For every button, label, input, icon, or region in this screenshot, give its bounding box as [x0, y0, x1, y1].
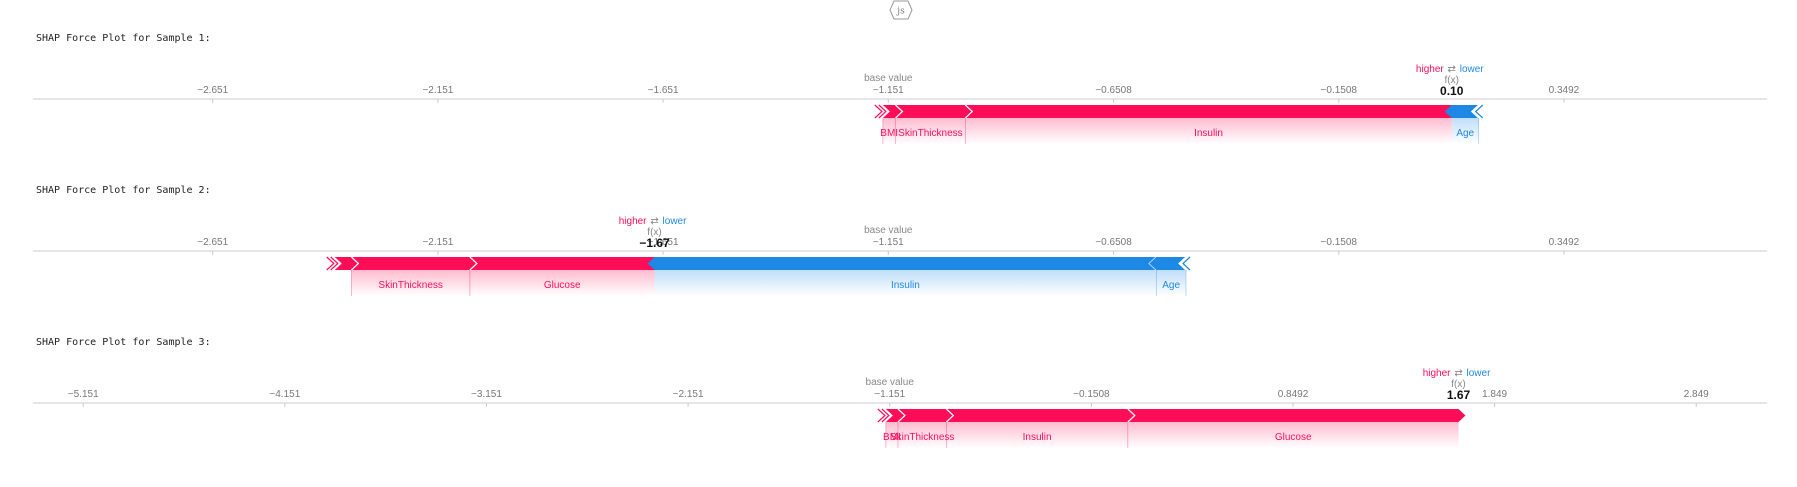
x-tick-label: −2.151 [422, 85, 453, 96]
legend-arrows-icon: ⇄ [1448, 64, 1456, 75]
base-value-label: base value [864, 225, 913, 236]
x-tick-label: −5.151 [68, 389, 99, 400]
x-tick-label: −1.151 [873, 237, 904, 248]
x-tick-label: −0.6508 [1095, 237, 1132, 248]
pos-segment-glucose [469, 257, 662, 270]
neg-segment-age [1444, 105, 1479, 118]
x-tick-label: 1.849 [1482, 389, 1507, 400]
legend-lower: lower [663, 216, 688, 227]
force-plot-3: −5.151 −4.151 −3.151 −2.151 −1.151 −0.1508 0.8… [33, 368, 1767, 448]
x-tick-label: −2.151 [422, 237, 453, 248]
js-badge-label: js [896, 7, 905, 17]
legend-higher: higher [619, 216, 647, 227]
pos-segment-insulin [965, 105, 1459, 118]
force-plot-1: −2.651 −2.151 −1.651 −1.151 −0.6508 −0.1508 0.… [33, 64, 1767, 144]
x-tick-label: −4.151 [269, 389, 300, 400]
x-tick-label: 0.8492 [1278, 389, 1309, 400]
x-tick-label: −3.151 [471, 389, 502, 400]
feature-label-age: Age [1456, 128, 1474, 139]
feature-label-insulin: Insulin [891, 280, 920, 291]
x-tick-label: −0.1508 [1073, 389, 1110, 400]
x-tick-label: −2.151 [673, 389, 704, 400]
legend-higher: higher [1423, 368, 1451, 379]
x-tick-label: 0.3492 [1549, 85, 1580, 96]
legend-higher: higher [1416, 64, 1444, 75]
feature-label-skinthickness: SkinThickness [378, 280, 442, 291]
x-tick-label: 0.3492 [1549, 237, 1580, 248]
sample-2-section: SHAP Force Plot for Sample 2: −2.651 −2.1… [0, 185, 1797, 335]
fx-value: −1.67 [639, 236, 670, 250]
feature-label-age: Age [1162, 280, 1180, 291]
legend-lower: lower [1467, 368, 1492, 379]
x-tick-label: −1.651 [648, 85, 679, 96]
pos-segment-skinthickness [897, 409, 954, 422]
x-tick-label: −1.151 [873, 85, 904, 96]
x-tick-label: 2.849 [1684, 389, 1709, 400]
base-value-label: base value [864, 73, 913, 84]
feature-label-insulin: Insulin [1194, 128, 1223, 139]
pos-segment-skinthickness [895, 105, 973, 118]
base-value-label: base value [866, 377, 915, 388]
pos-segment-skinthickness [351, 257, 477, 270]
direction-legend: higher ⇄ lower [1423, 368, 1491, 379]
direction-legend: higher ⇄ lower [1416, 64, 1484, 75]
feature-label-glucose: Glucose [1275, 432, 1312, 443]
x-tick-label: −0.6508 [1095, 85, 1132, 96]
feature-label-skinthickness: SkinThickness [890, 432, 954, 443]
sample-1-section: SHAP Force Plot for Sample 1: −2.651 −2.1… [0, 33, 1797, 183]
pos-segment-insulin [946, 409, 1135, 422]
pos-segment-glucose [1127, 409, 1466, 422]
fx-value: 1.67 [1447, 388, 1471, 402]
neg-segment-insulin [647, 257, 1157, 270]
js-logo-icon: js [889, 0, 913, 20]
feature-label-insulin: Insulin [1023, 432, 1052, 443]
neg-segment-age [1149, 257, 1186, 270]
direction-legend: higher ⇄ lower [619, 216, 687, 227]
fx-value: 0.10 [1440, 84, 1464, 98]
x-tick-label: −0.1508 [1321, 85, 1358, 96]
force-plot-2: −2.651 −2.151 −1.651 −1.151 −0.6508 −0.1508 0.… [33, 216, 1767, 296]
feature-label-skinthickness: SkinThickness [898, 128, 962, 139]
x-tick-label: −1.151 [874, 389, 905, 400]
x-tick-label: −2.651 [197, 237, 228, 248]
legend-lower: lower [1460, 64, 1485, 75]
x-tick-label: −0.1508 [1321, 237, 1358, 248]
x-tick-label: −2.651 [197, 85, 228, 96]
legend-arrows-icon: ⇄ [1454, 368, 1462, 379]
sample-3-section: SHAP Force Plot for Sample 3: −5.151 −4.1… [0, 337, 1797, 487]
legend-arrows-icon: ⇄ [650, 216, 658, 227]
feature-label-glucose: Glucose [544, 280, 581, 291]
